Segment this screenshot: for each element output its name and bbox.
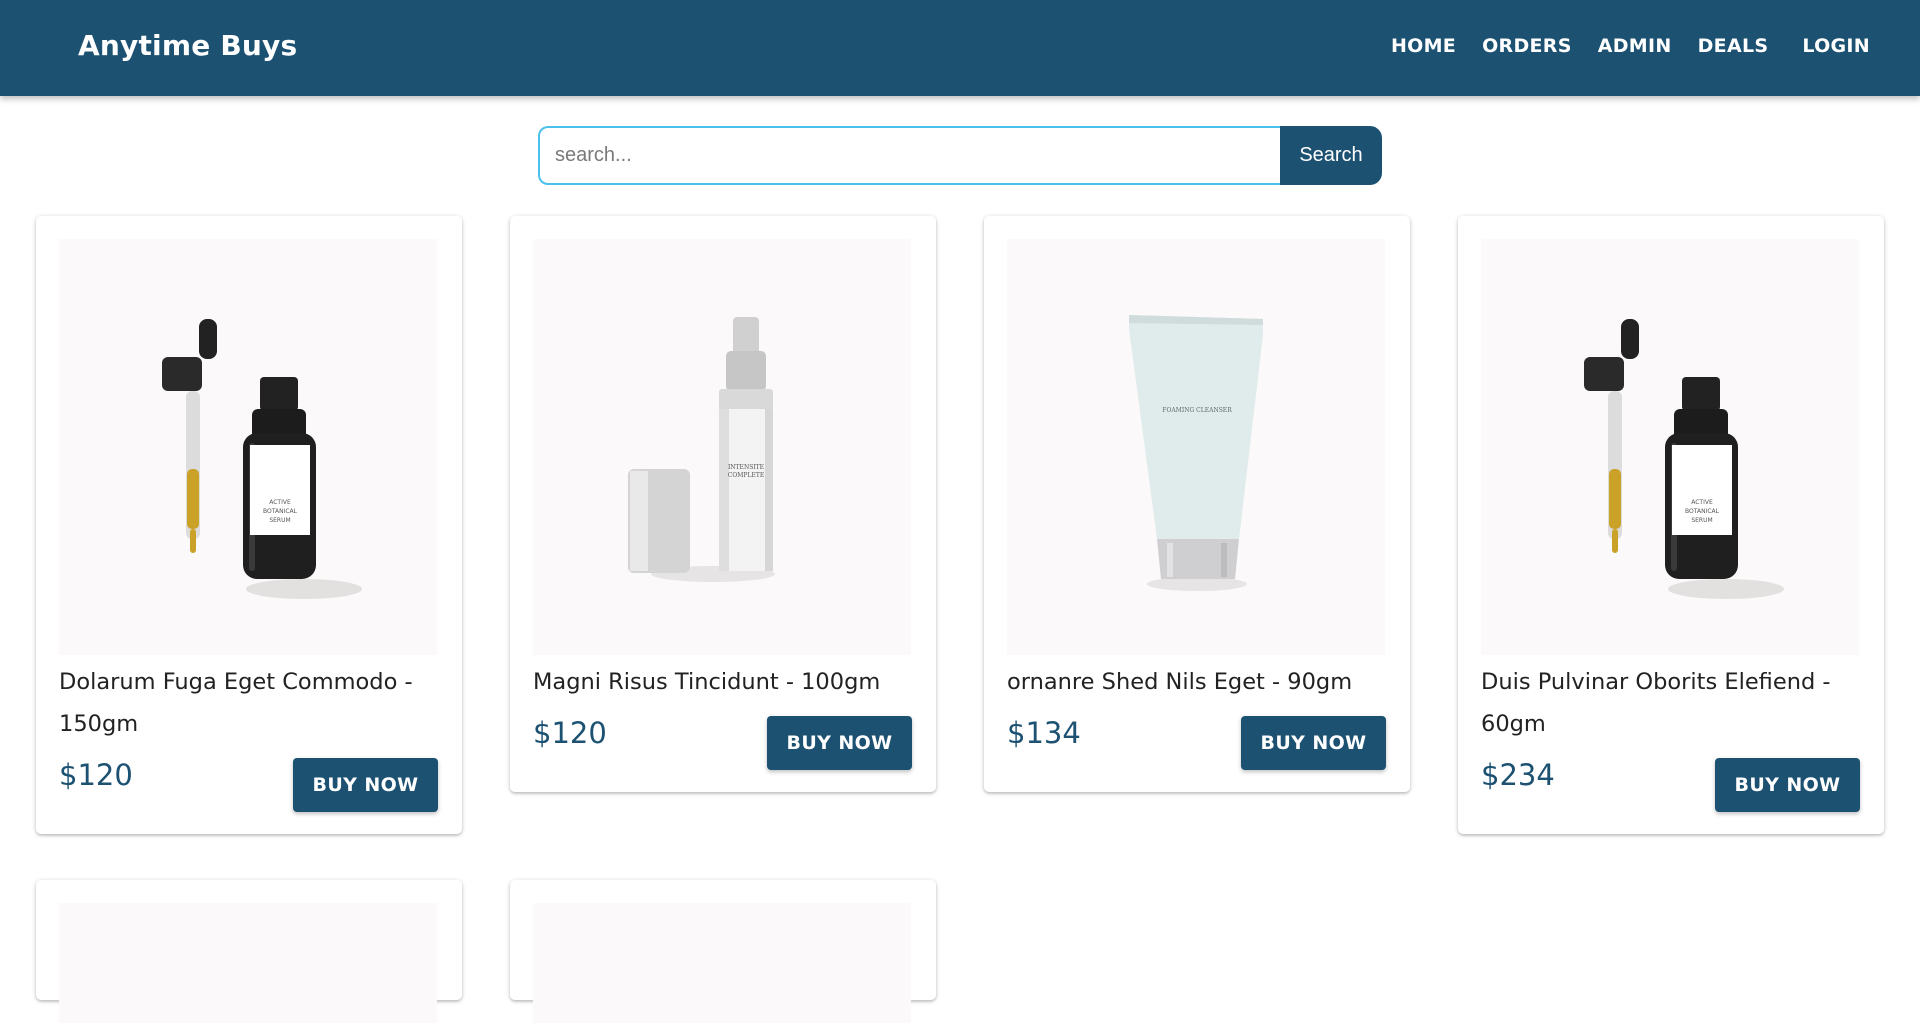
tube-label-line: FOAMING CLEANSER: [1162, 407, 1232, 414]
serum-dropper-bottle-icon: ACTIVE BOTANICAL SERUM: [162, 319, 362, 599]
product-image[interactable]: INTENSITE COMPLETE: [533, 239, 911, 655]
buy-now-button[interactable]: BUY NOW: [1241, 716, 1386, 770]
product-card: [36, 880, 462, 1023]
nav-home[interactable]: HOME: [1391, 35, 1456, 57]
nav-deals[interactable]: DEALS: [1698, 35, 1769, 57]
product-image[interactable]: [59, 903, 437, 1023]
buy-now-button[interactable]: BUY NOW: [1715, 758, 1860, 812]
serum-label-line: ACTIVE: [269, 499, 291, 506]
product-image[interactable]: ACTIVE BOTANICAL SERUM: [1481, 239, 1859, 655]
cleanser-tube-icon: FOAMING CLEANSER: [1129, 315, 1263, 591]
product-card: [510, 880, 936, 1023]
serum-label-line: BOTANICAL: [1685, 508, 1720, 515]
nav-admin[interactable]: ADMIN: [1598, 35, 1672, 57]
product-card: ACTIVE BOTANICAL SERUM Duis Pulvinar Obo…: [1458, 216, 1884, 834]
product-name[interactable]: Dolarum Fuga Eget Commodo - 150gm: [59, 661, 439, 745]
serum-label-line: ACTIVE: [1691, 499, 1713, 506]
search-bar: Search: [538, 126, 1382, 185]
product-price: $134: [1007, 716, 1081, 750]
product-price: $120: [533, 716, 607, 750]
pump-bottle-icon: INTENSITE COMPLETE: [628, 317, 775, 582]
search-button[interactable]: Search: [1280, 126, 1382, 185]
product-name[interactable]: Magni Risus Tincidunt - 100gm: [533, 661, 913, 703]
nav-orders[interactable]: ORDERS: [1482, 35, 1572, 57]
serum-label-line: SERUM: [269, 517, 290, 524]
product-price: $234: [1481, 758, 1555, 792]
product-card: ACTIVE BOTANICAL SERUM Dolarum Fuga Eget…: [36, 216, 462, 834]
brand-title[interactable]: Anytime Buys: [78, 29, 297, 62]
pump-label-line: COMPLETE: [728, 472, 764, 479]
nav-login[interactable]: LOGIN: [1802, 35, 1870, 57]
serum-label-line: BOTANICAL: [263, 508, 298, 515]
serum-label-line: SERUM: [1691, 517, 1712, 524]
app-bar: Anytime Buys HOME ORDERS ADMIN DEALS LOG…: [0, 0, 1920, 96]
product-image[interactable]: FOAMING CLEANSER: [1007, 239, 1385, 655]
search-input[interactable]: [538, 126, 1280, 185]
product-card: FOAMING CLEANSER ornanre Shed Nils Eget …: [984, 216, 1410, 792]
product-image[interactable]: ACTIVE BOTANICAL SERUM: [59, 239, 437, 655]
main-nav: HOME ORDERS ADMIN DEALS LOGIN: [1365, 35, 1870, 57]
buy-now-button[interactable]: BUY NOW: [293, 758, 438, 812]
buy-now-button[interactable]: BUY NOW: [767, 716, 912, 770]
pump-label-line: INTENSITE: [728, 464, 764, 471]
product-name[interactable]: ornanre Shed Nils Eget - 90gm: [1007, 661, 1387, 703]
product-image[interactable]: [533, 903, 911, 1023]
product-card: INTENSITE COMPLETE Magni Risus Tincidunt…: [510, 216, 936, 792]
product-name[interactable]: Duis Pulvinar Oborits Elefiend - 60gm: [1481, 661, 1861, 745]
serum-dropper-bottle-icon: ACTIVE BOTANICAL SERUM: [1584, 319, 1784, 599]
product-price: $120: [59, 758, 133, 792]
